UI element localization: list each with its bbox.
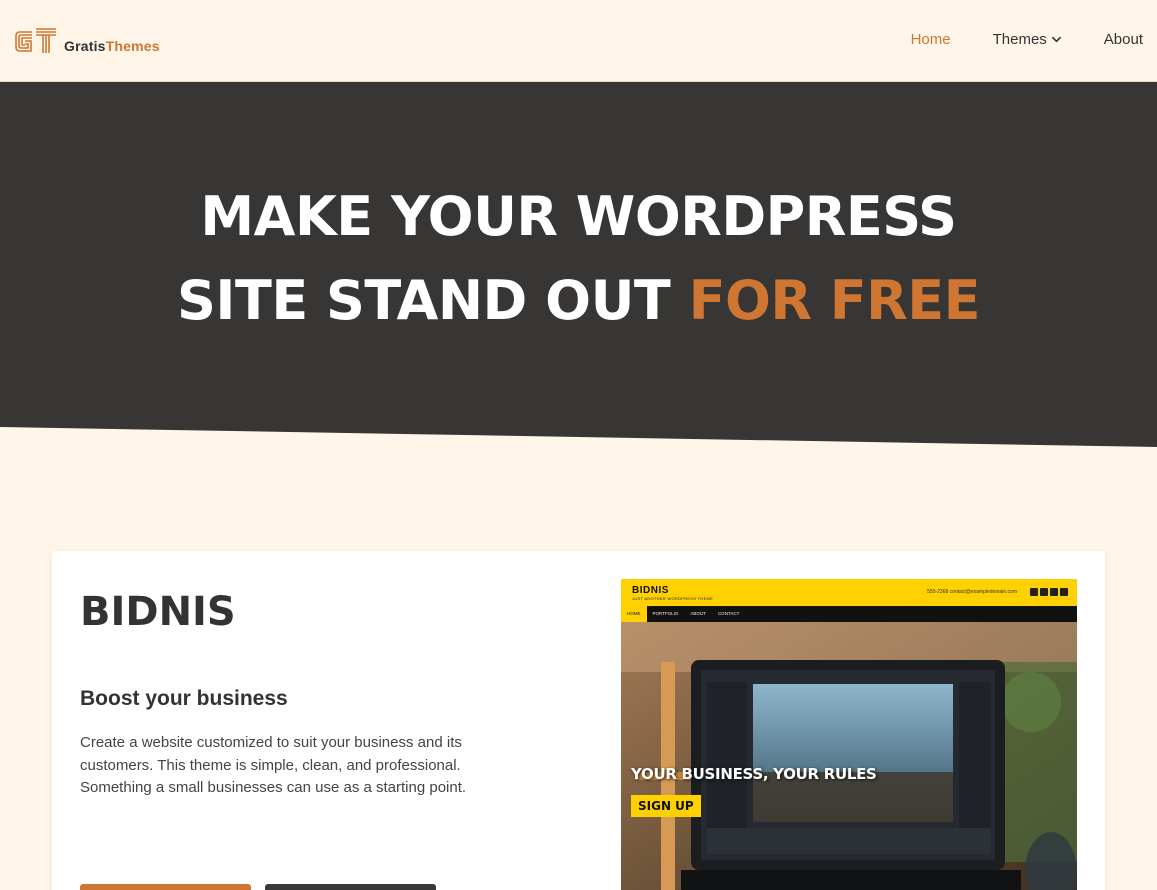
- preview-nav-item: CONTACT: [717, 611, 740, 616]
- preview-contact: 555-2368 contact@exampledomain.com: [927, 589, 1017, 595]
- linkedin-icon: [1050, 588, 1058, 596]
- preview-nav-item: HOME: [621, 606, 647, 622]
- twitter-icon: [1030, 588, 1038, 596]
- preview-headline: YOUR BUSINESS, YOUR RULES: [631, 765, 877, 783]
- theme-card: BIDNIS Boost your business Create a webs…: [52, 551, 1105, 890]
- gt-monogram-icon: [15, 28, 56, 53]
- facebook-icon: [1040, 588, 1048, 596]
- main-nav: Home Themes About: [911, 31, 1143, 48]
- preview-brand: BIDNIS: [632, 585, 669, 596]
- preview-nav-item: PORTFOLIO: [652, 611, 679, 616]
- nav-about-label: About: [1103, 31, 1143, 48]
- nav-home-label: Home: [910, 31, 951, 48]
- theme-preview-image[interactable]: BIDNIS JUST ANOTHER WORDPRESS THEME 555-…: [621, 579, 1077, 890]
- hero-line-2-prefix: SITE STAND OUT: [177, 269, 689, 332]
- site-name: GratisThemes: [64, 38, 160, 54]
- chevron-down-icon: [1051, 36, 1061, 43]
- preview-signup-button: SIGN UP: [631, 795, 701, 817]
- nav-about[interactable]: About: [1104, 31, 1143, 48]
- preview-nav-item: ABOUT: [690, 611, 706, 616]
- hero-line-1: MAKE YOUR WORDPRESS: [200, 185, 957, 248]
- preview-laptop-photo: [621, 622, 1077, 890]
- theme-description: Create a website customized to suit your…: [80, 734, 467, 796]
- nav-home[interactable]: Home: [911, 31, 951, 48]
- page: GratisThemes Home Themes About MAKE YOUR…: [0, 0, 1157, 890]
- nav-themes[interactable]: Themes: [993, 31, 1062, 48]
- hero-heading: MAKE YOUR WORDPRESS SITE STAND OUT FOR F…: [0, 175, 1157, 343]
- site-logo[interactable]: GratisThemes: [14, 27, 160, 55]
- instagram-icon: [1060, 588, 1068, 596]
- hero-line-2-highlight: FOR FREE: [688, 269, 981, 332]
- preview-nav: HOME PORTFOLIO ABOUT CONTACT: [621, 606, 1077, 622]
- site-header: GratisThemes Home Themes About: [0, 0, 1157, 82]
- preview-tagline: JUST ANOTHER WORDPRESS THEME: [632, 596, 714, 601]
- preview-social-icons: [1030, 588, 1068, 596]
- theme-subtitle: Boost your business: [80, 687, 288, 710]
- theme-download-button[interactable]: [265, 884, 436, 890]
- theme-demo-button[interactable]: [80, 884, 251, 890]
- preview-topbar: BIDNIS JUST ANOTHER WORDPRESS THEME 555-…: [621, 579, 1077, 606]
- theme-title: BIDNIS: [80, 589, 236, 635]
- nav-themes-label: Themes: [992, 31, 1047, 48]
